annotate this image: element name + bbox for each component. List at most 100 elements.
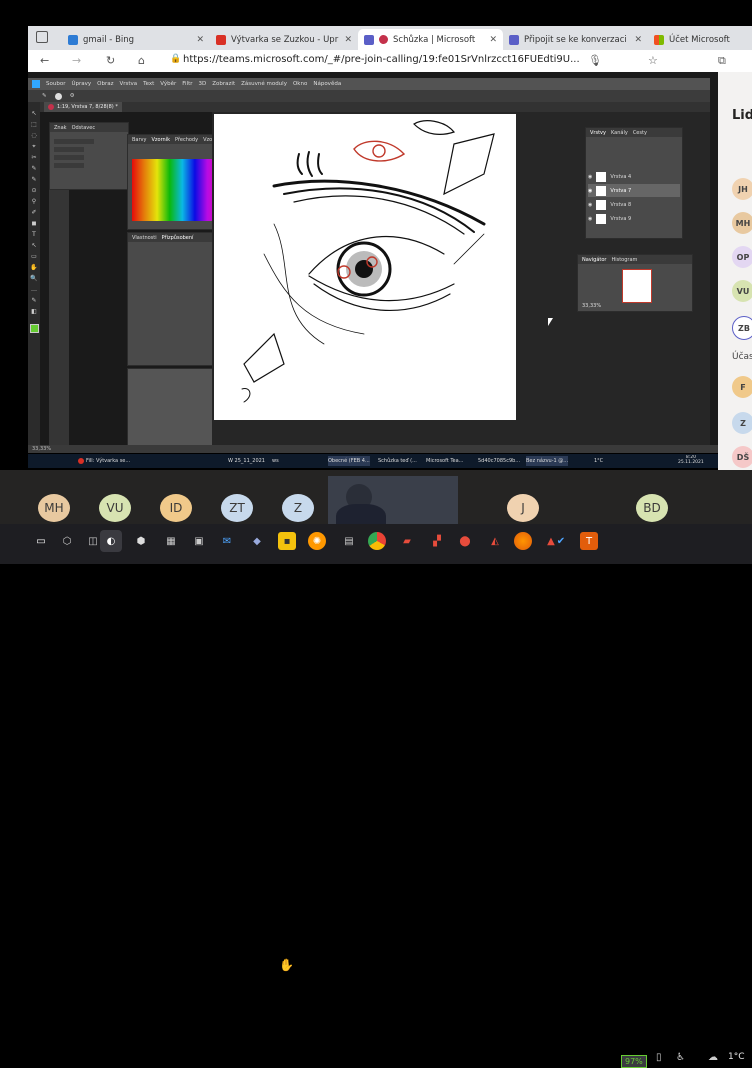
avatar[interactable]: MH — [732, 212, 752, 234]
participant-avatar[interactable]: BD — [636, 494, 668, 522]
layer-row[interactable]: ◉ Vrstva 7 — [588, 184, 680, 197]
eye-icon[interactable]: ◉ — [588, 202, 592, 208]
close-icon[interactable]: ✕ — [344, 35, 352, 45]
tool-icon[interactable]: … — [30, 286, 38, 294]
phone-icon[interactable]: ▯ — [656, 1052, 662, 1063]
tab-paragraph[interactable]: Odstavec — [72, 125, 96, 131]
home-icon[interactable]: ⌂ — [138, 54, 145, 67]
back-icon[interactable]: ← — [40, 54, 49, 67]
tool-icon[interactable]: ◼ — [30, 220, 38, 228]
foreground-color-swatch[interactable] — [30, 324, 39, 333]
brush-preset-icon[interactable] — [54, 92, 62, 100]
eye-icon[interactable]: ◉ — [588, 216, 592, 222]
tab-teams-join[interactable]: Připojit se ke konverzaci ✕ — [503, 29, 648, 50]
tool-icon[interactable]: ✎ — [30, 297, 38, 305]
tab-char[interactable]: Znak — [54, 125, 67, 131]
menu-item[interactable]: Text — [143, 81, 154, 87]
navigator-thumbnail[interactable] — [622, 269, 652, 303]
tab-histogram[interactable]: Histogram — [611, 257, 637, 263]
accessibility-icon[interactable]: ♿ — [676, 1052, 685, 1063]
tab-microsoft-account[interactable]: Účet Microsoft — [648, 29, 752, 50]
menu-item[interactable]: Vrstva — [119, 81, 137, 87]
participant-avatar[interactable]: VU — [99, 494, 131, 522]
tool-icon[interactable]: ✎ — [30, 165, 38, 173]
tab-color[interactable]: Barvy — [132, 137, 146, 143]
app-icon[interactable]: ▰ — [398, 532, 416, 550]
firefox-icon[interactable] — [514, 532, 532, 550]
tool-icon[interactable]: ✋ — [30, 264, 38, 272]
menu-item[interactable]: Nápověda — [313, 81, 341, 87]
mail-icon[interactable]: ✉ — [218, 532, 236, 550]
participant-video[interactable] — [328, 476, 458, 524]
layer-row[interactable]: ◉ Vrstva 9 — [588, 212, 680, 225]
tool-icon[interactable]: 🔍 — [30, 275, 38, 283]
paint-icon[interactable]: ◆ — [248, 532, 266, 550]
refresh-icon[interactable]: ↻ — [106, 54, 115, 67]
menu-item[interactable]: 3D — [199, 81, 207, 87]
tool-icon[interactable]: ✂ — [30, 154, 38, 162]
close-icon[interactable]: ✕ — [196, 35, 204, 45]
menu-item[interactable]: Okno — [293, 81, 307, 87]
tab-actions-icon[interactable] — [36, 31, 48, 43]
tool-icon[interactable]: ✎ — [30, 176, 38, 184]
tab-navigator[interactable]: Navigátor — [582, 257, 606, 263]
app-icon[interactable]: ◭ — [486, 532, 504, 550]
url-field[interactable]: https://teams.microsoft.com/_#/pre-join-… — [183, 54, 583, 69]
avatar[interactable]: DŠ — [732, 446, 752, 468]
tool-icon[interactable]: ↖ — [30, 242, 38, 250]
store-bag-icon[interactable]: ▣ — [190, 532, 208, 550]
tab-gradients[interactable]: Přechody — [175, 137, 198, 143]
avatar[interactable]: Z — [732, 412, 752, 434]
tool-icon[interactable]: ⌖ — [30, 143, 38, 151]
teams-icon[interactable]: T — [580, 532, 598, 550]
photos-icon[interactable]: ▤ — [340, 532, 358, 550]
edge-icon[interactable]: ◐ — [100, 530, 122, 552]
tab-bing[interactable]: gmail - Bing ✕ — [62, 29, 210, 50]
favorite-icon[interactable]: ☆ — [648, 54, 658, 67]
tool-icon[interactable]: T — [30, 231, 38, 239]
tool-icon[interactable]: ⬚ — [30, 121, 38, 129]
eye-icon[interactable]: ◉ — [588, 174, 592, 180]
tab-layers[interactable]: Vrstvy — [590, 130, 606, 136]
tab-adjustments[interactable]: Přizpůsobení — [162, 235, 194, 241]
store-icon[interactable]: ⬢ — [132, 532, 150, 550]
menu-item[interactable]: Úpravy — [71, 81, 91, 87]
participant-avatar[interactable]: Z — [282, 494, 314, 522]
menu-item[interactable]: Zobrazit — [212, 81, 235, 87]
tool-icon[interactable]: ◌ — [30, 132, 38, 140]
avatar[interactable]: OP — [732, 246, 752, 268]
collections-icon[interactable]: ⧉ — [718, 54, 726, 68]
eye-icon[interactable]: ◉ — [588, 188, 592, 194]
menu-item[interactable]: Zásuvné moduly — [241, 81, 287, 87]
participant-avatar[interactable]: J — [507, 494, 539, 522]
menu-item[interactable]: Obraz — [97, 81, 113, 87]
tab-paths[interactable]: Cesty — [633, 130, 647, 136]
layer-row[interactable]: ◉ Vrstva 8 — [588, 198, 680, 211]
chat-icon[interactable]: ▭ — [32, 532, 50, 550]
tab-teams-meeting[interactable]: Schůzka | Microsoft ✕ — [358, 29, 503, 50]
avatar[interactable]: VU — [732, 280, 752, 302]
menu-item[interactable]: Filtr — [182, 81, 192, 87]
close-icon[interactable]: ✕ — [489, 35, 497, 45]
checkmark-app-icon[interactable]: ✔ — [552, 532, 570, 550]
fan-app-icon[interactable]: ✺ — [308, 532, 326, 550]
participant-avatar[interactable]: MH — [38, 494, 70, 522]
app-icon[interactable]: ▞ — [428, 532, 446, 550]
drawing-canvas[interactable] — [214, 114, 516, 420]
swatch-grid[interactable] — [132, 159, 220, 221]
microphone-icon[interactable]: 🎙 — [588, 54, 602, 67]
calendar-icon[interactable]: ▦ — [162, 532, 180, 550]
participant-avatar[interactable]: ZT — [221, 494, 253, 522]
app-icon[interactable]: ⬤ — [456, 532, 474, 550]
menu-item[interactable]: Výběr — [160, 81, 176, 87]
tool-icon[interactable]: ⚲ — [30, 198, 38, 206]
tab-properties[interactable]: Vlastnosti — [132, 235, 157, 241]
tool-icon[interactable]: ⊙ — [30, 187, 38, 195]
tool-icon[interactable]: ◧ — [30, 308, 38, 316]
forward-icon[interactable]: → — [72, 54, 81, 67]
tab-channels[interactable]: Kanály — [611, 130, 628, 136]
avatar[interactable]: ZB — [732, 316, 752, 340]
tool-icon[interactable]: ✐ — [30, 209, 38, 217]
avatar[interactable]: F — [732, 376, 752, 398]
tab-swatches[interactable]: Vzorník — [151, 137, 170, 143]
